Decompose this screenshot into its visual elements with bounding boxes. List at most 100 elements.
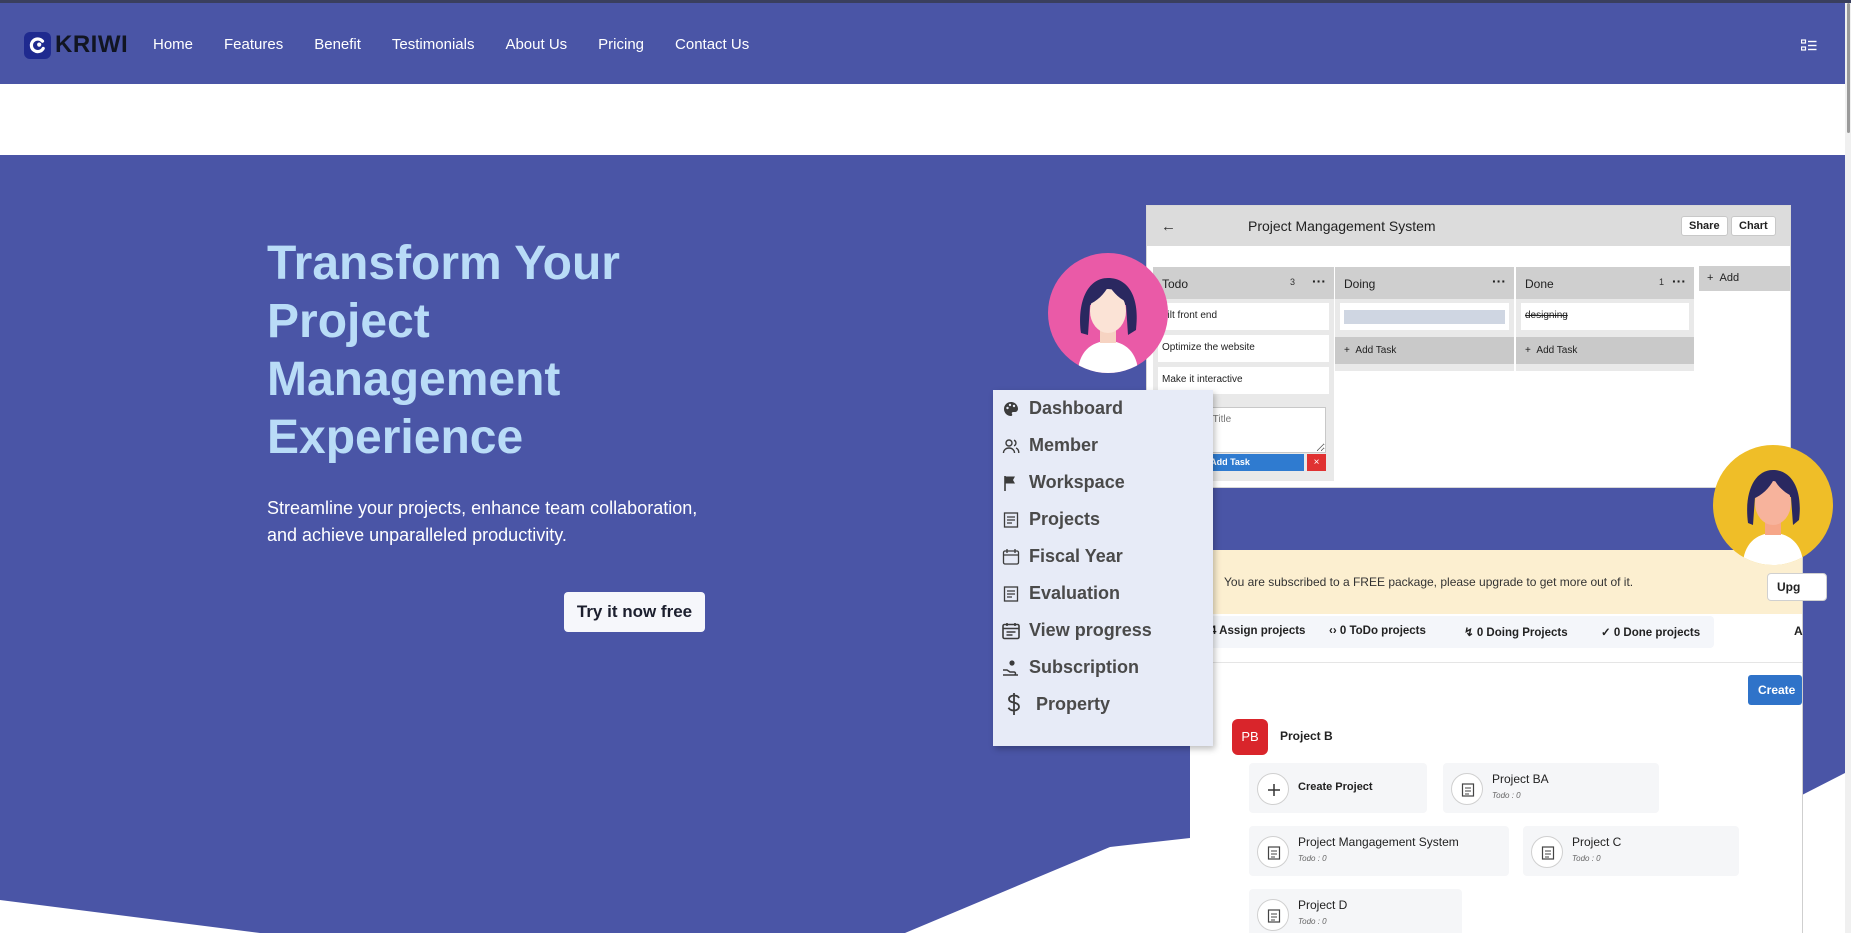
column-count: 3 [1290,277,1296,287]
dashboard-preview-edge [1802,550,1803,933]
more-dots-icon[interactable]: ··· [1492,273,1506,289]
project-card-todo: Todo : 0 [1492,791,1521,800]
list-menu-icon[interactable] [1801,39,1817,53]
try-free-button[interactable]: Try it now free [564,592,705,632]
hero-title-line-2: Project [267,295,430,348]
sidebar-item-label: Member [1029,435,1099,455]
sidebar-item-view-progress[interactable]: View progress [993,612,1213,648]
project-card[interactable]: Project Mangagement System Todo : 0 [1249,826,1509,876]
dollar-icon [1007,693,1020,715]
hand-coin-icon [1003,660,1018,676]
create-project-card[interactable]: Create Project [1249,763,1427,813]
close-icon[interactable]: × [1307,454,1326,471]
subscription-notice: You are subscribed to a FREE package, pl… [1190,550,1802,614]
nav-link-about-us[interactable]: About Us [505,36,567,53]
sidebar-item-fiscal-year[interactable]: Fiscal Year [993,538,1213,574]
kanban-board-preview: ← Project Mangagement System Share Chart… [1147,206,1790,487]
column-title: Doing [1344,277,1376,291]
palette-icon [1004,402,1018,416]
nav-link-pricing[interactable]: Pricing [598,36,644,53]
task-card[interactable] [1340,303,1509,330]
stat-doing-projects: ↯ 0 Doing Projects [1464,627,1568,639]
scrollbar-thumb[interactable] [1847,3,1850,133]
stats-extra-fragment: A [1794,624,1803,638]
add-column-label: Add [1719,272,1740,284]
more-dots-icon[interactable]: ··· [1312,273,1326,289]
nav-link-home[interactable]: Home [153,36,193,53]
project-card-todo: Todo : 0 [1298,917,1327,926]
stat-todo-projects: ‹› 0 ToDo projects [1329,625,1426,637]
brand-logo[interactable]: KRIWI [24,31,128,59]
board-title: Project Mangagement System [1248,218,1436,234]
dashboard-divider [1190,662,1802,663]
users-icon [1002,439,1020,454]
project-card-todo: Todo : 0 [1572,854,1601,863]
sidebar-item-label: Fiscal Year [1029,546,1123,566]
scrollbar-track[interactable] [1845,3,1851,933]
navbar: KRIWI Home Features Benefit Testimonials… [0,3,1851,84]
sidebar-item-property[interactable]: Property [993,686,1213,722]
nav-link-testimonials[interactable]: Testimonials [392,36,475,53]
sidebar-item-label: Projects [1029,509,1101,529]
document-icon [1257,836,1289,868]
nav-link-features[interactable]: Features [224,36,283,53]
stat-doing-text: 0 Doing Projects [1476,627,1568,639]
chart-button[interactable]: Chart [1731,216,1776,236]
column-title: Done [1525,277,1554,291]
document-icon [1257,899,1289,931]
create-button[interactable]: Create [1748,675,1802,705]
project-card-name: Project C [1572,835,1622,849]
task-card[interactable]: Optimize the website [1158,335,1329,362]
column-count: 1 [1659,277,1665,287]
hero-title-line-1: Transform Your [267,237,620,290]
add-task-button[interactable]: + Add Task [1516,337,1694,364]
task-card[interactable]: designing [1521,303,1689,330]
nav-links: Home Features Benefit Testimonials About… [153,36,780,53]
task-placeholder-bar [1344,310,1505,324]
sidebar-item-member[interactable]: Member [993,427,1213,463]
task-card[interactable]: uilt front end [1158,303,1329,330]
project-card[interactable]: Project C Todo : 0 [1523,826,1739,876]
dashboard-preview: You are subscribed to a FREE package, pl… [1190,550,1802,933]
column-header: Done 1 ··· [1516,267,1694,299]
hero-title: Transform Your Project Management Experi… [267,235,687,467]
upgrade-button[interactable]: Upg [1767,573,1827,601]
add-column-button[interactable]: + Add [1699,266,1790,291]
stat-done-text: 0 Done projects [1613,627,1701,639]
add-task-button[interactable]: + Add Task [1335,337,1514,364]
stats-bar: 4 Assign projects ‹› 0 ToDo projects ↯ 0… [1201,616,1851,648]
project-card[interactable]: Project D Todo : 0 [1249,889,1462,933]
project-card-todo: Todo : 0 [1298,854,1327,863]
sidebar-item-label: Dashboard [1029,398,1124,418]
document-icon [1003,586,1019,602]
sidebar-item-evaluation[interactable]: Evaluation [993,575,1213,611]
nav-link-contact-us[interactable]: Contact Us [675,36,749,53]
brand-name: KRIWI [55,31,129,58]
more-dots-icon[interactable]: ··· [1672,273,1686,289]
sidebar-item-projects[interactable]: Projects [993,501,1213,537]
sidebar-item-subscription[interactable]: Subscription [993,649,1213,685]
board-header: ← Project Mangagement System Share Chart [1147,206,1790,246]
hero-title-line-4: Experience [267,411,524,464]
sidebar-item-label: Evaluation [1029,583,1121,603]
column-doing: Doing ··· + Add Task [1335,267,1514,371]
back-arrow-icon[interactable]: ← [1161,218,1176,235]
nav-link-benefit[interactable]: Benefit [314,36,361,53]
user-avatar-pink [1048,253,1168,373]
sidebar-item-dashboard[interactable]: Dashboard [993,390,1213,426]
document-icon [1531,836,1563,868]
stat-assign-projects: 4 Assign projects [1210,625,1306,637]
user-avatar-yellow [1713,445,1833,565]
calendar-list-icon [1002,623,1020,640]
stat-done-projects: ✓ 0 Done projects [1601,627,1701,639]
project-card-name: Project Mangagement System [1298,835,1459,849]
sidebar-item-label: View progress [1029,620,1152,640]
document-icon [1003,512,1019,528]
project-card-name: Project D [1298,898,1348,912]
share-button[interactable]: Share [1681,216,1728,236]
sidebar-item-label: Workspace [1029,472,1125,492]
sidebar-item-workspace[interactable]: Workspace [993,464,1213,500]
project-card[interactable]: Project BA Todo : 0 [1443,763,1659,813]
stat-todo-text: 0 ToDo projects [1339,625,1426,637]
document-icon [1451,773,1483,805]
